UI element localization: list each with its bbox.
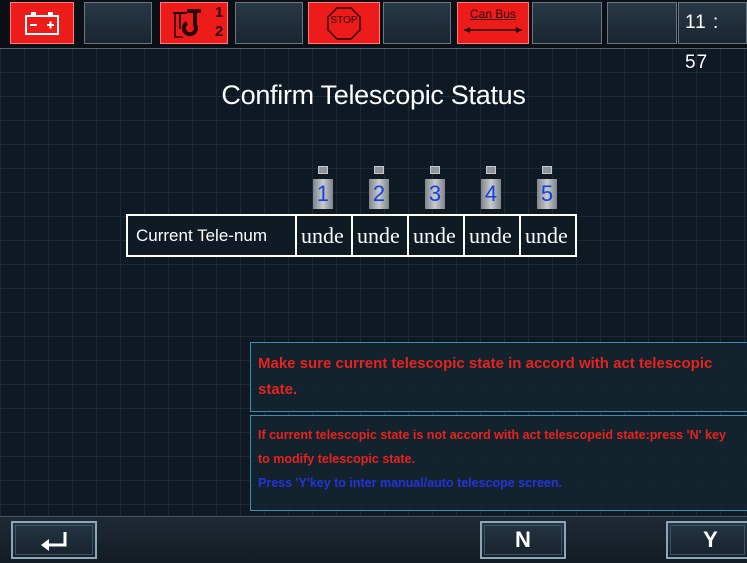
tele-value-1: unde xyxy=(297,216,353,255)
pin-number: 2 xyxy=(369,179,389,209)
battery-icon xyxy=(11,12,73,47)
y-button[interactable]: Y xyxy=(666,521,747,559)
tele-value-4: unde xyxy=(465,216,521,255)
pin-cap xyxy=(318,166,328,174)
pin-number: 4 xyxy=(481,179,501,209)
bottom-button-bar: N Y xyxy=(0,516,747,563)
status-slot-empty xyxy=(383,2,451,44)
tele-value-2: unde xyxy=(353,216,409,255)
status-slot-empty xyxy=(607,2,677,44)
battery-cell xyxy=(10,2,74,44)
hook-cell: 1 2 xyxy=(160,2,228,44)
back-button[interactable] xyxy=(11,521,97,559)
pin-number: 1 xyxy=(313,179,333,209)
tele-pin-1: 1 xyxy=(313,166,333,210)
confirm-message: Make sure current telescopic state in ac… xyxy=(258,355,713,398)
pin-number: 5 xyxy=(537,179,557,209)
y-button-label: Y xyxy=(703,527,718,552)
pin-cap xyxy=(374,166,384,174)
n-button-label: N xyxy=(515,527,531,552)
instruction-message-box: If current telescopic state is not accor… xyxy=(250,415,747,511)
hook-digit-1: 1 xyxy=(215,4,224,21)
pin-number: 3 xyxy=(425,179,445,209)
tele-pin-2: 2 xyxy=(369,166,389,210)
page-title: Confirm Telescopic Status xyxy=(221,80,526,110)
tele-value-5: unde xyxy=(525,223,568,248)
stop-cell: STOP xyxy=(308,2,380,44)
status-slot-empty xyxy=(235,2,303,44)
clock: 11 : 57 xyxy=(678,2,747,73)
status-slot-empty xyxy=(84,2,152,44)
status-bar: 1 2 STOP Can Bus 11 : 57 xyxy=(0,0,747,73)
modify-instruction: If current telescopic state is not accor… xyxy=(258,428,726,466)
pin-cap xyxy=(486,166,496,174)
can-bus-cell: Can Bus xyxy=(457,2,529,44)
confirm-message-box: Make sure current telescopic state in ac… xyxy=(250,342,747,412)
tele-pin-3: 3 xyxy=(425,166,445,210)
tele-value-3: unde xyxy=(409,216,465,255)
main-screen: 1 2 STOP Can Bus 11 : 57 Confirm Telesco… xyxy=(0,0,747,563)
pin-cap xyxy=(430,166,440,174)
tele-pin-4: 4 xyxy=(481,166,501,210)
tele-num-label: Current Tele-num xyxy=(128,216,297,255)
pin-cap xyxy=(542,166,552,174)
status-slot-empty xyxy=(532,2,602,44)
enter-instruction: Press 'Y'key to inter manual/auto telesc… xyxy=(258,476,562,490)
stop-icon xyxy=(309,7,379,47)
stop-label: STOP xyxy=(330,15,358,26)
tele-pin-5: 5 xyxy=(537,166,557,210)
tele-num-table: Current Tele-num unde unde unde unde und… xyxy=(126,214,577,257)
hook-digit-2: 2 xyxy=(215,23,224,40)
n-button[interactable]: N xyxy=(480,521,566,559)
